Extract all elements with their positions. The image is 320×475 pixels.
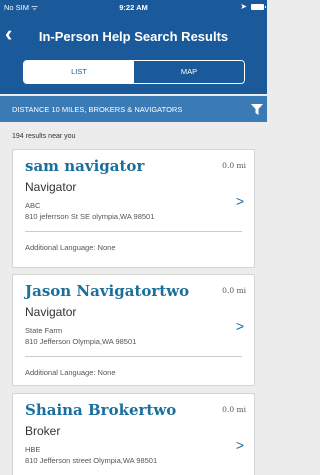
divider — [25, 231, 242, 232]
result-address: 810 jeferrson St SE olympia,WA 98501 — [25, 212, 155, 221]
result-company: State Farm — [25, 326, 63, 335]
result-card[interactable]: sam navigator 0.0 mi Navigator ABC 810 j… — [12, 149, 255, 268]
result-distance: 0.0 mi — [222, 286, 246, 295]
location-arrow-icon: ➤ — [240, 2, 247, 11]
app-header: No SIM ᯤ 9:22 AM ➤ ‹ In-Person Help Sear… — [0, 0, 267, 94]
filter-icon[interactable] — [251, 104, 263, 115]
result-name: Shaina Brokertwo — [25, 401, 177, 419]
result-company: HBE — [25, 445, 41, 454]
filter-label: DISTANCE 10 MILES, BROKERS & NAVIGATORS — [12, 105, 183, 114]
filter-bar[interactable]: DISTANCE 10 MILES, BROKERS & NAVIGATORS — [0, 96, 267, 122]
result-language: Additional Language: None — [25, 368, 116, 377]
result-card[interactable]: Jason Navigatortwo 0.0 mi Navigator Stat… — [12, 274, 255, 386]
tab-list[interactable]: LIST — [24, 61, 134, 83]
clock: 9:22 AM — [119, 3, 148, 12]
page-title: In-Person Help Search Results — [38, 29, 229, 44]
battery-icon — [251, 4, 266, 10]
result-address: 810 Jefferson Olympia,WA 98501 — [25, 337, 137, 346]
result-role: Broker — [25, 424, 61, 438]
chevron-right-icon[interactable]: > — [236, 193, 244, 209]
result-distance: 0.0 mi — [222, 405, 246, 414]
result-name: sam navigator — [25, 157, 145, 175]
view-toggle: LIST MAP — [23, 60, 245, 84]
chevron-right-icon[interactable]: > — [236, 318, 244, 334]
result-distance: 0.0 mi — [222, 161, 246, 170]
results-count: 194 results near you — [12, 133, 76, 140]
result-card[interactable]: Shaina Brokertwo 0.0 mi Broker HBE 810 J… — [12, 393, 255, 475]
status-bar: No SIM ᯤ 9:22 AM ➤ — [0, 0, 267, 16]
result-role: Navigator — [25, 305, 77, 319]
result-role: Navigator — [25, 180, 77, 194]
result-language: Additional Language: None — [25, 243, 116, 252]
divider — [25, 356, 242, 357]
result-company: ABC — [25, 201, 41, 210]
tab-map[interactable]: MAP — [134, 61, 244, 83]
chevron-right-icon[interactable]: > — [236, 437, 244, 453]
result-name: Jason Navigatortwo — [25, 282, 190, 300]
result-address: 810 Jefferson street Olympia,WA 98501 — [25, 456, 158, 465]
